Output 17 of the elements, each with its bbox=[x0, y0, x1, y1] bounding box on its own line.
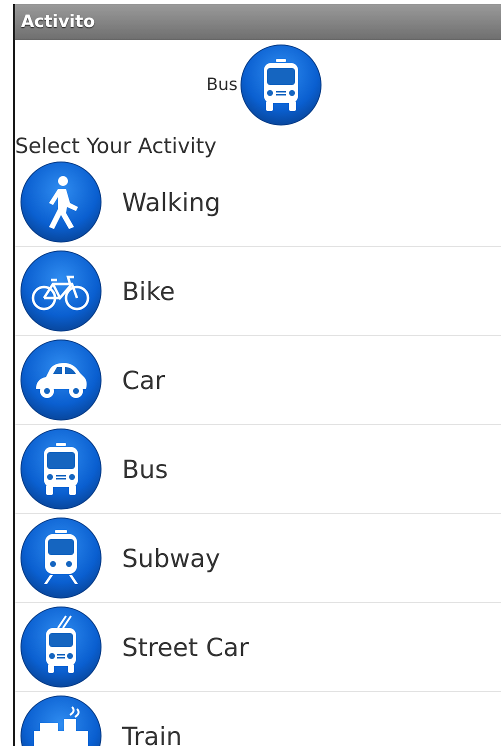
subway-train-icon bbox=[20, 517, 102, 599]
app-title: Activito bbox=[15, 4, 501, 40]
trolley-bus-icon bbox=[20, 606, 102, 688]
walking-person-icon bbox=[20, 161, 102, 243]
activity-list-item[interactable]: Subway bbox=[15, 514, 501, 603]
activity-list-item[interactable]: Bus bbox=[15, 425, 501, 514]
bus-icon bbox=[20, 428, 102, 510]
bus-icon bbox=[240, 44, 322, 126]
bicycle-icon bbox=[20, 250, 102, 332]
activity-list-item[interactable]: Walking bbox=[15, 158, 501, 247]
car-icon bbox=[20, 339, 102, 421]
activity-list-item[interactable]: Train bbox=[15, 692, 501, 746]
activity-list-item[interactable]: Street Car bbox=[15, 603, 501, 692]
activity-list-item[interactable]: Car bbox=[15, 336, 501, 425]
section-label: Select Your Activity bbox=[15, 133, 218, 158]
current-activity-label: Bus bbox=[206, 75, 238, 95]
activity-list-item[interactable]: Bike bbox=[15, 247, 501, 336]
